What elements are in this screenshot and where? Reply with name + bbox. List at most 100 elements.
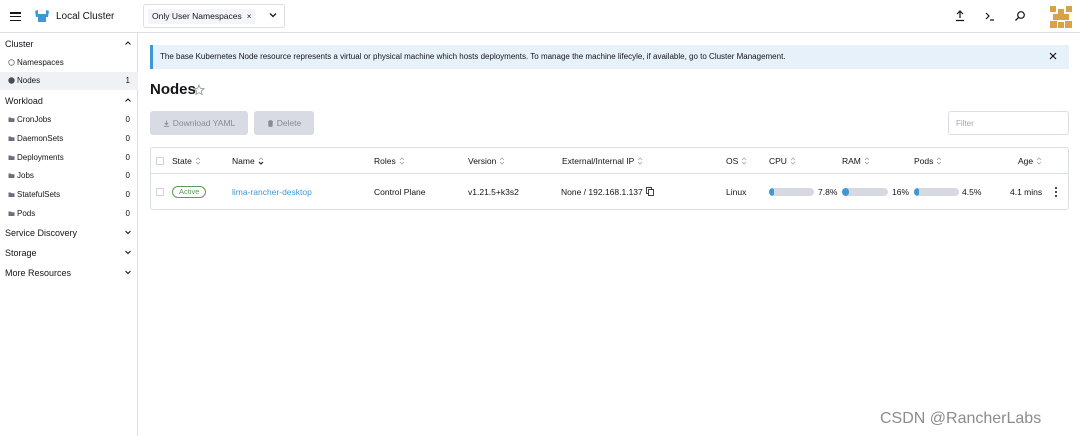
column-header-ram[interactable]: RAM [842,156,870,166]
sidebar-item-pods[interactable]: Pods 0 [0,205,138,223]
sidebar-item-count: 0 [125,115,130,124]
download-yaml-label: Download YAML [172,118,236,128]
status-badge: Active [172,186,207,198]
sidebar-item-statefulsets[interactable]: StatefulSets 0 [0,186,138,204]
pods-bar-fill [914,188,919,196]
sidebar-item-label: Deployments [17,153,64,162]
sidebar-group-label: Workload [5,96,43,106]
cpu-bar-fill [769,188,774,196]
node-name-link[interactable]: lima-rancher-desktop [232,187,312,197]
column-label: External/Internal IP [562,156,635,166]
sidebar-group-service-discovery[interactable]: Service Discovery [0,224,138,242]
close-icon[interactable] [1049,52,1057,60]
column-header-age[interactable]: Age [1018,156,1042,166]
sidebar-item-count: 0 [125,153,130,162]
namespace-chip-label: Only User Namespaces [152,11,242,21]
sidebar-item-cronjobs[interactable]: CronJobs 0 [0,111,138,129]
sort-icon [790,157,796,165]
sidebar-group-workload[interactable]: Workload [0,92,138,110]
column-header-name[interactable]: Name [232,156,264,166]
sidebar-item-nodes[interactable]: Nodes 1 [0,72,138,90]
sidebar-item-jobs[interactable]: Jobs 0 [0,167,138,185]
sort-icon [937,157,942,165]
node-roles: Control Plane [374,187,426,197]
ram-bar [842,188,888,196]
namespace-filter[interactable]: Only User Namespaces × [143,4,285,28]
sidebar-item-label: Jobs [17,171,34,180]
node-version: v1.21.5+k3s2 [468,187,519,197]
sidebar-group-label: Cluster [5,39,34,49]
node-ip: None / 192.168.1.137 [561,187,654,197]
avatar[interactable] [1050,6,1072,28]
sidebar-group-cluster[interactable]: Cluster [0,35,138,53]
column-label: RAM [842,156,861,166]
select-all-checkbox[interactable] [156,157,164,165]
sidebar-item-daemonsets[interactable]: DaemonSets 0 [0,130,138,148]
node-os: Linux [726,187,747,197]
row-checkbox[interactable] [156,188,164,196]
cluster-name: Local Cluster [56,11,115,22]
nodes-table: State Name Roles Version External/Intern… [150,147,1069,210]
sort-icon [1036,157,1042,165]
column-header-roles[interactable]: Roles [374,156,405,166]
cpu-percent: 7.8% [818,187,838,197]
page-title: Nodes [150,81,196,98]
search-icon[interactable] [1014,10,1026,22]
filter-input[interactable] [948,111,1069,135]
chevron-down-icon [125,250,131,255]
sidebar-item-label: CronJobs [17,115,52,124]
sort-icon [741,157,747,165]
folder-icon [8,192,15,197]
column-header-cpu[interactable]: CPU [769,156,796,166]
more-actions-icon[interactable] [1054,186,1058,198]
copy-icon[interactable] [645,187,654,196]
banner-text: The base Kubernetes Node resource repres… [160,52,786,61]
folder-icon [8,117,15,122]
sidebar-item-label: StatefulSets [17,190,61,199]
pods-bar [914,188,959,196]
sidebar-group-label: More Resources [5,268,72,278]
sidebar-item-label: Pods [17,209,36,218]
chevron-up-icon [125,41,131,45]
column-header-ip[interactable]: External/Internal IP [562,156,643,166]
column-label: Version [468,156,497,166]
folder-icon [8,211,15,216]
node-ip-text: None / 192.168.1.137 [561,187,643,197]
download-icon [163,120,169,127]
column-label: CPU [769,156,787,166]
table-header: State Name Roles Version External/Intern… [151,148,1068,174]
sort-down-icon [258,157,264,165]
delete-label: Delete [276,118,302,128]
chevron-down-icon [125,270,131,275]
chevron-up-icon [125,98,131,102]
sidebar-item-count: 0 [125,190,130,199]
sort-icon [500,157,505,165]
column-header-state[interactable]: State [172,156,201,166]
sort-icon [195,157,201,165]
column-header-pods[interactable]: Pods [914,156,942,166]
sidebar-group-more-resources[interactable]: More Resources [0,264,138,282]
column-header-os[interactable]: OS [726,156,747,166]
star-icon[interactable] [193,84,205,96]
sidebar-item-deployments[interactable]: Deployments 0 [0,149,138,167]
column-header-version[interactable]: Version [468,156,505,166]
cpu-bar [769,188,814,196]
upload-icon[interactable] [954,10,966,22]
column-label: OS [726,156,739,166]
download-yaml-button[interactable]: Download YAML [150,111,248,135]
trash-icon [267,120,273,127]
menu-icon[interactable] [10,12,21,22]
shell-icon[interactable] [984,10,996,22]
sidebar-item-namespaces[interactable]: Namespaces [0,54,138,72]
remove-chip-icon[interactable]: × [247,12,252,21]
chevron-down-icon[interactable] [268,10,278,20]
sidebar-item-label: Namespaces [17,58,64,67]
chevron-down-icon [125,230,131,235]
top-header: Local Cluster Only User Namespaces × [0,0,1080,33]
delete-button[interactable]: Delete [254,111,314,135]
folder-icon [8,155,15,160]
sidebar-group-label: Storage [5,248,37,258]
column-label: Name [232,156,255,166]
ram-percent: 16% [892,187,910,197]
sidebar-group-storage[interactable]: Storage [0,244,138,262]
